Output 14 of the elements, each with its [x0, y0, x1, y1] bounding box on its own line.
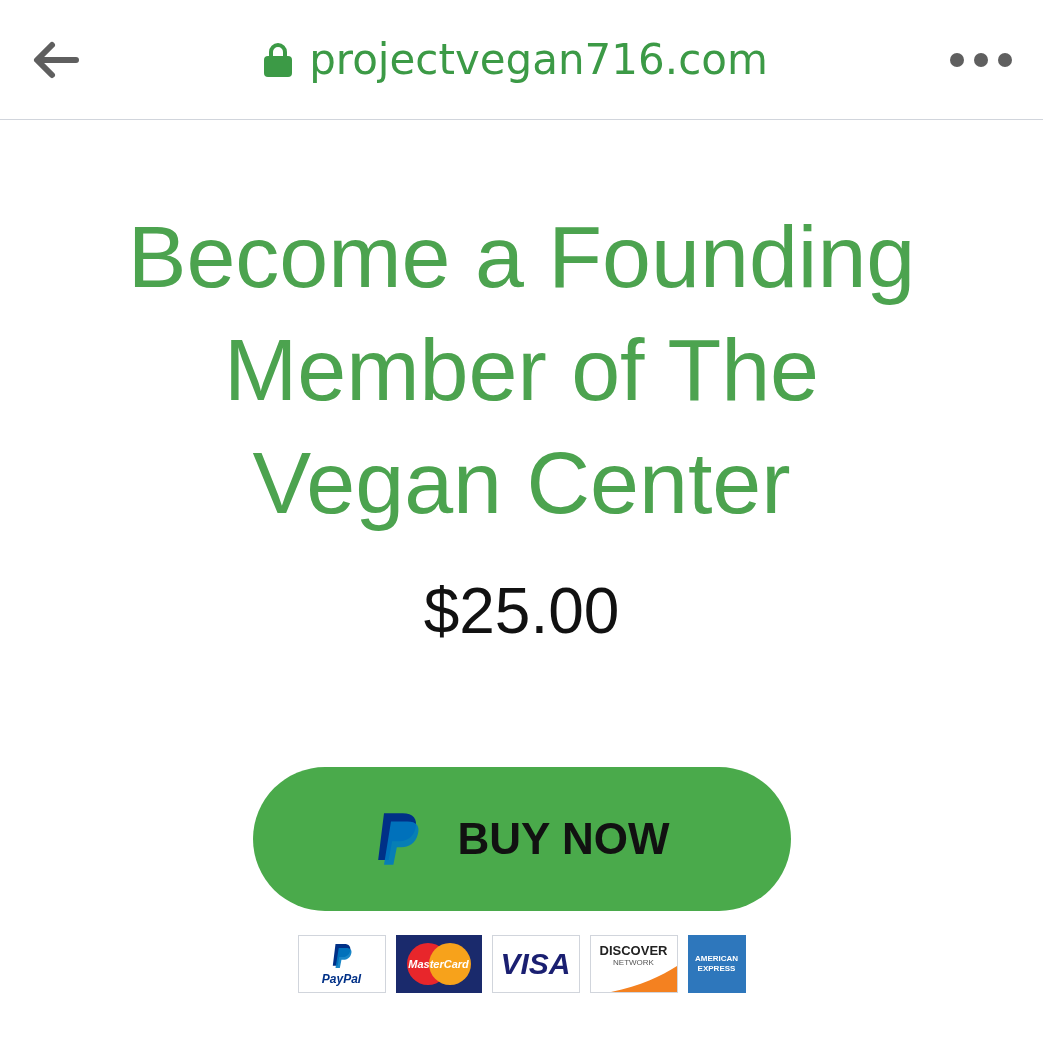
- url-text[interactable]: projectvegan716.com: [309, 28, 768, 91]
- logo-subtext: NETWORK: [613, 959, 654, 967]
- price-text: $25.00: [423, 579, 620, 643]
- buy-now-button[interactable]: BUY NOW: [252, 767, 791, 911]
- logo-text: MasterCard: [408, 958, 469, 970]
- paypal-icon: [330, 943, 353, 969]
- logo-text: AMERICAN: [694, 955, 739, 963]
- page-heading: Become a Founding Member of The Vegan Center: [126, 206, 917, 534]
- logo-text: VISA: [500, 949, 571, 979]
- logo-text: DISCOVER: [599, 944, 668, 957]
- logo-text: PayPal: [321, 973, 362, 985]
- lock-icon: [263, 41, 294, 78]
- swoosh-icon: [610, 966, 677, 992]
- logo-text: EXPRESS: [697, 965, 736, 973]
